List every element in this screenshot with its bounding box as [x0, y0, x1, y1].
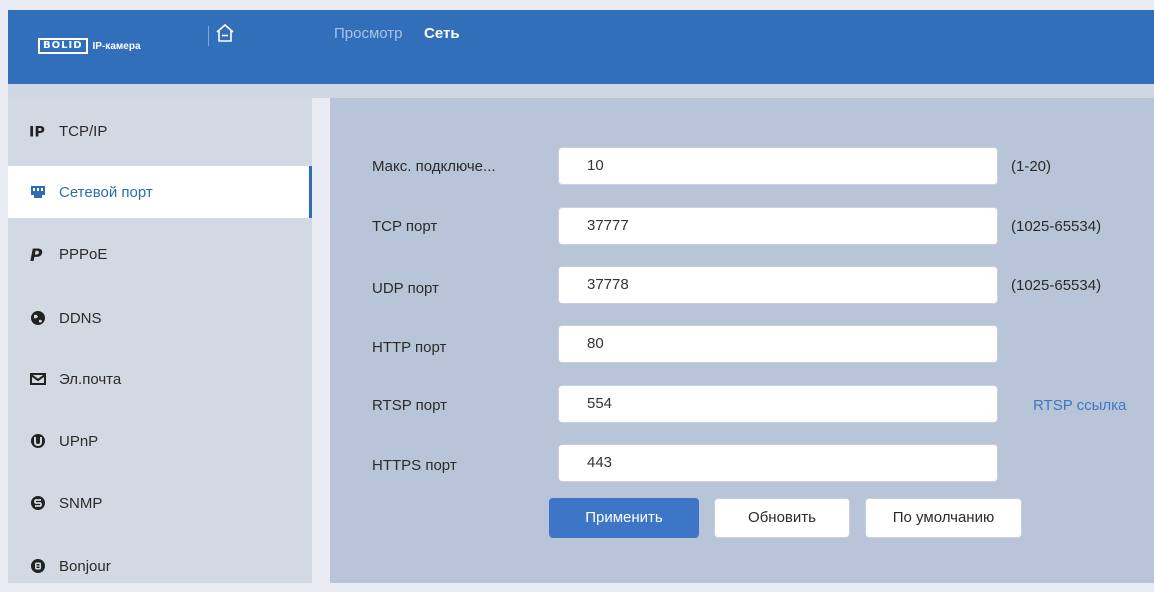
sidebar-item-label: TCP/IP	[59, 122, 108, 140]
rtsp-port-label: RTSP порт	[372, 397, 447, 414]
sidebar-item-tcpip[interactable]: IP TCP/IP	[8, 105, 312, 157]
product-name: IP-камера	[92, 40, 141, 52]
https-port-input[interactable]: 443	[558, 444, 998, 482]
snmp-icon	[29, 494, 47, 512]
sidebar-item-pppoe[interactable]: P PPPoE	[8, 228, 312, 280]
network-port-icon	[29, 183, 47, 201]
tab-preview[interactable]: Просмотр	[334, 24, 403, 44]
max-connections-range: (1-20)	[1011, 158, 1052, 175]
sidebar-item-label: UPnP	[59, 432, 99, 450]
upnp-icon	[29, 432, 47, 450]
max-connections-label: Макс. подключе...	[372, 158, 496, 175]
sidebar-item-label: Bonjour	[59, 557, 111, 575]
tcp-port-input[interactable]: 37777	[558, 207, 998, 245]
sidebar-item-email[interactable]: Эл.почта	[8, 353, 312, 405]
sidebar-item-ddns[interactable]: DDNS	[8, 292, 312, 344]
http-port-input[interactable]: 80	[558, 325, 998, 363]
udp-port-input[interactable]: 37778	[558, 266, 998, 304]
refresh-button[interactable]: Обновить	[714, 498, 850, 538]
sidebar-item-label: SNMP	[59, 494, 103, 512]
tab-network[interactable]: Сеть	[424, 24, 460, 44]
tcp-port-range: (1025-65534)	[1011, 218, 1102, 235]
http-port-label: HTTP порт	[372, 339, 447, 356]
header-band	[8, 84, 1154, 98]
pppoe-icon: P	[29, 245, 47, 263]
udp-port-label: UDP порт	[372, 280, 439, 297]
apply-button[interactable]: Применить	[549, 498, 699, 538]
mail-icon	[29, 370, 47, 388]
brand-logo: BOLID	[38, 38, 88, 54]
top-bar: BOLID IP-камера	[8, 10, 1154, 84]
sidebar-item-bonjour[interactable]: Bonjour	[8, 540, 312, 592]
ip-icon: IP	[29, 122, 47, 140]
max-connections-input[interactable]: 10	[558, 147, 998, 185]
sidebar-item-snmp[interactable]: SNMP	[8, 477, 312, 529]
home-icon[interactable]	[212, 20, 238, 46]
svg-text:IP: IP	[29, 124, 45, 140]
tcp-port-label: TCP порт	[372, 218, 438, 235]
logo: BOLID IP-камера	[38, 38, 141, 54]
bonjour-icon	[29, 557, 47, 575]
rtsp-port-input[interactable]: 554	[558, 385, 998, 423]
sidebar-item-label: PPPoE	[59, 245, 108, 263]
rtsp-link[interactable]: RTSP ссылка	[1033, 396, 1126, 416]
sidebar-item-label: Эл.почта	[59, 370, 122, 388]
udp-port-range: (1025-65534)	[1011, 277, 1102, 294]
sidebar-item-network-port[interactable]: Сетевой порт	[8, 166, 312, 218]
svg-text:P: P	[30, 246, 43, 263]
sidebar-item-label: Сетевой порт	[59, 183, 153, 201]
header-divider	[208, 26, 209, 46]
default-button[interactable]: По умолчанию	[865, 498, 1022, 538]
sidebar: IP TCP/IP Сетевой порт P PPPoE DDNS Эл.п…	[8, 98, 312, 583]
sidebar-item-label: DDNS	[59, 309, 102, 327]
globe-icon	[29, 309, 47, 327]
https-port-label: HTTPS порт	[372, 457, 457, 474]
sidebar-item-upnp[interactable]: UPnP	[8, 415, 312, 467]
